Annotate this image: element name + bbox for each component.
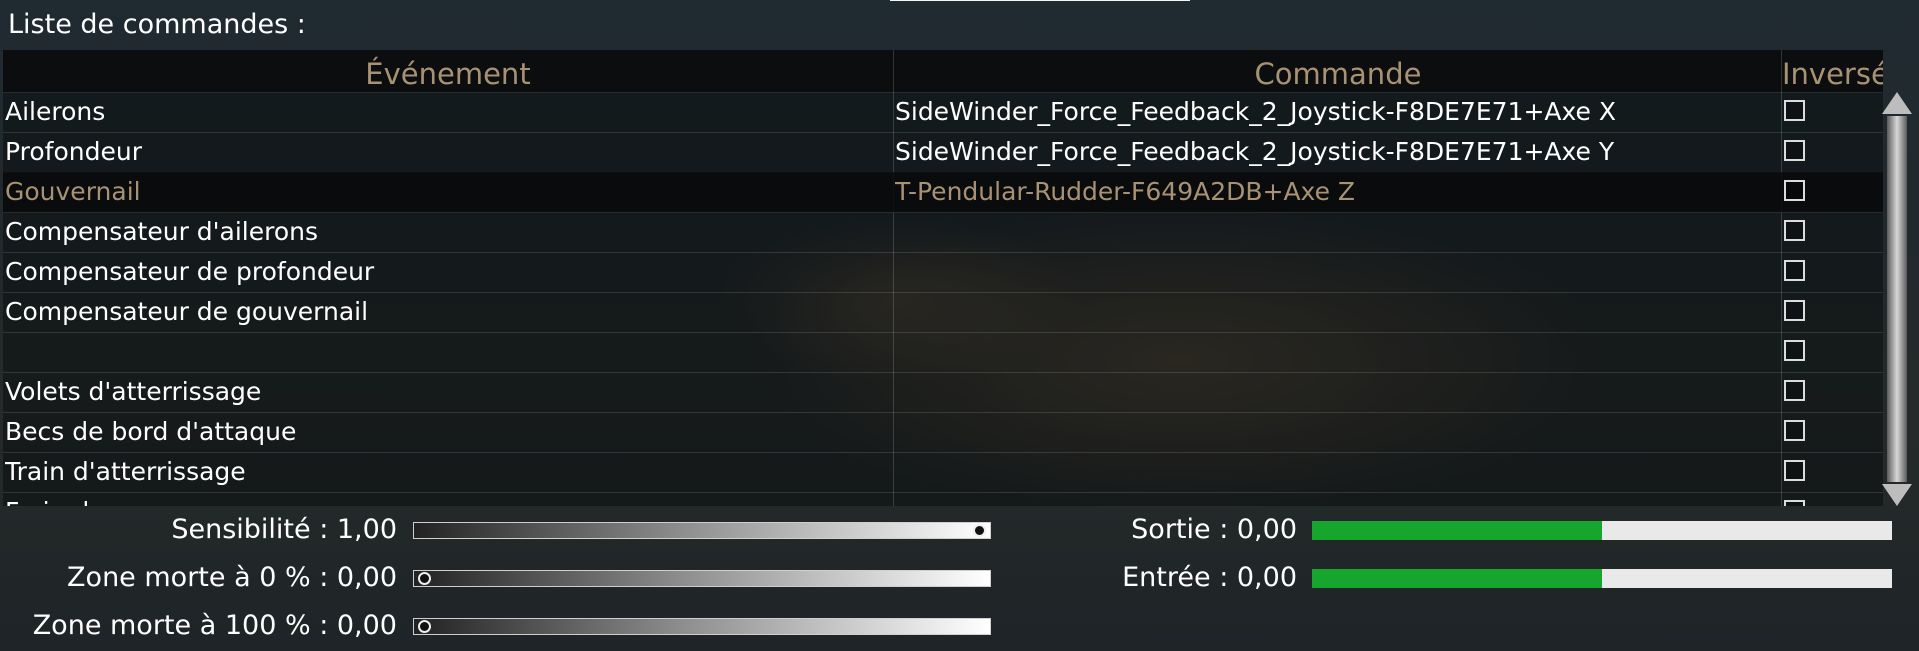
event-cell[interactable]: Compensateur d'ailerons xyxy=(5,212,890,252)
inverted-checkbox[interactable] xyxy=(1784,500,1805,506)
event-cell[interactable]: Compensateur de profondeur xyxy=(5,252,890,292)
output-label: Sortie : 0,00 xyxy=(1131,514,1297,545)
inverted-checkbox[interactable] xyxy=(1784,420,1805,441)
command-cell[interactable] xyxy=(895,252,1775,292)
input-label: Entrée : 0,00 xyxy=(1122,562,1297,593)
table-row[interactable]: Compensateur de gouvernail xyxy=(3,292,1883,333)
table-row[interactable]: Train d'atterrissage xyxy=(3,452,1883,493)
column-header-command[interactable]: Commande xyxy=(894,50,1782,92)
event-cell[interactable] xyxy=(5,332,890,372)
deadzone-0-label: Zone morte à 0 % : 0,00 xyxy=(67,562,397,593)
inverted-checkbox[interactable] xyxy=(1784,180,1805,201)
top-edit-field[interactable] xyxy=(890,0,1190,1)
scroll-down-arrow-icon[interactable] xyxy=(1882,484,1912,506)
table-row[interactable] xyxy=(3,332,1883,373)
table-scrollbar[interactable] xyxy=(1882,92,1912,506)
event-cell[interactable]: Gouvernail xyxy=(5,172,890,212)
event-cell[interactable]: Frein de roue xyxy=(5,492,890,506)
inverted-checkbox[interactable] xyxy=(1784,460,1805,481)
table-row[interactable]: Compensateur de profondeur xyxy=(3,252,1883,293)
scroll-up-arrow-icon[interactable] xyxy=(1882,92,1912,114)
inverted-checkbox[interactable] xyxy=(1784,220,1805,241)
command-cell[interactable] xyxy=(895,372,1775,412)
command-list-title: Liste de commandes : xyxy=(8,9,306,40)
inverted-checkbox[interactable] xyxy=(1784,260,1805,281)
deadzone-0-slider-knob[interactable] xyxy=(418,572,431,585)
sensitivity-slider[interactable] xyxy=(413,522,991,539)
inverted-checkbox[interactable] xyxy=(1784,380,1805,401)
table-row[interactable]: Profondeur SideWinder_Force_Feedback_2_Jo… xyxy=(3,132,1883,173)
command-cell[interactable] xyxy=(895,412,1775,452)
command-table: Événement Commande Inversé Ailerons SideW… xyxy=(3,50,1883,506)
command-cell[interactable]: SideWinder_Force_Feedback_2_Joystick-F8D… xyxy=(895,92,1775,132)
table-row[interactable]: Gouvernail T-Pendular-Rudder-F649A2DB+Axe… xyxy=(3,172,1883,213)
table-row[interactable]: Compensateur d'ailerons xyxy=(3,212,1883,253)
deadzone-100-slider-knob[interactable] xyxy=(418,620,431,633)
command-cell[interactable] xyxy=(895,212,1775,252)
deadzone-100-label: Zone morte à 100 % : 0,00 xyxy=(32,610,397,641)
command-cell[interactable] xyxy=(895,292,1775,332)
inverted-checkbox[interactable] xyxy=(1784,300,1805,321)
input-meter-fill xyxy=(1312,569,1602,588)
input-meter xyxy=(1312,569,1892,588)
command-cell[interactable] xyxy=(895,332,1775,372)
deadzone-0-slider[interactable] xyxy=(413,570,991,587)
table-header: Événement Commande Inversé xyxy=(3,50,1883,93)
table-row[interactable]: Ailerons SideWinder_Force_Feedback_2_Joys… xyxy=(3,92,1883,133)
command-cell[interactable]: SideWinder_Force_Feedback_2_Joystick-F8D… xyxy=(895,132,1775,172)
event-cell[interactable]: Train d'atterrissage xyxy=(5,452,890,492)
event-cell[interactable]: Ailerons xyxy=(5,92,890,132)
column-header-event[interactable]: Événement xyxy=(3,50,893,92)
event-cell[interactable]: Becs de bord d'attaque xyxy=(5,412,890,452)
inverted-checkbox[interactable] xyxy=(1784,340,1805,361)
command-cell[interactable]: T-Pendular-Rudder-F649A2DB+Axe Z xyxy=(895,172,1775,212)
deadzone-100-slider[interactable] xyxy=(413,618,991,635)
event-cell[interactable]: Profondeur xyxy=(5,132,890,172)
table-row[interactable]: Volets d'atterrissage xyxy=(3,372,1883,413)
inverted-checkbox[interactable] xyxy=(1784,140,1805,161)
command-cell[interactable] xyxy=(895,452,1775,492)
scroll-thumb[interactable] xyxy=(1887,116,1907,482)
table-row[interactable]: Frein de roue xyxy=(3,492,1883,506)
output-meter-fill xyxy=(1312,521,1602,540)
sensitivity-slider-knob[interactable] xyxy=(973,524,986,537)
command-cell[interactable] xyxy=(895,492,1775,506)
event-cell[interactable]: Compensateur de gouvernail xyxy=(5,292,890,332)
sensitivity-label: Sensibilité : 1,00 xyxy=(171,514,397,545)
output-meter xyxy=(1312,521,1892,540)
table-row[interactable]: Becs de bord d'attaque xyxy=(3,412,1883,453)
column-header-inverted[interactable]: Inversé xyxy=(1782,50,1883,92)
event-cell[interactable]: Volets d'atterrissage xyxy=(5,372,890,412)
inverted-checkbox[interactable] xyxy=(1784,100,1805,121)
